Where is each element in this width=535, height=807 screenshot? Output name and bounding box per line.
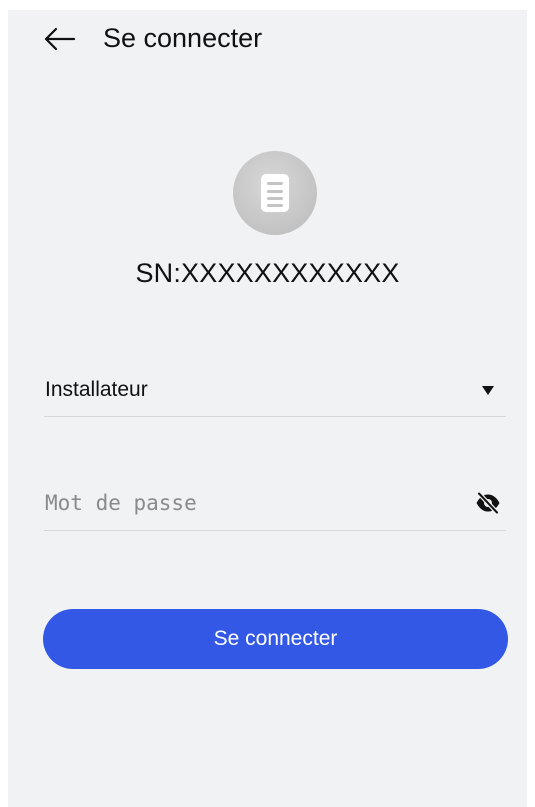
password-visibility-toggle[interactable] bbox=[474, 490, 502, 516]
password-input[interactable] bbox=[44, 486, 455, 520]
device-avatar bbox=[233, 151, 317, 235]
arrow-left-icon bbox=[44, 27, 76, 51]
role-select[interactable]: Installateur bbox=[44, 366, 506, 417]
role-select-value: Installateur bbox=[45, 378, 148, 401]
app-header: Se connecter bbox=[8, 10, 527, 68]
login-button[interactable]: Se connecter bbox=[43, 609, 508, 669]
serial-number: SN:XXXXXXXXXXXX bbox=[135, 258, 400, 288]
document-icon bbox=[261, 174, 289, 212]
eye-off-icon bbox=[476, 492, 500, 514]
back-button[interactable] bbox=[42, 22, 78, 56]
page-title: Se connecter bbox=[103, 23, 263, 53]
caret-down-icon bbox=[482, 386, 494, 395]
login-screen: Se connecter SN:XXXXXXXXXXXX Installateu… bbox=[8, 10, 527, 807]
password-field bbox=[44, 480, 506, 531]
